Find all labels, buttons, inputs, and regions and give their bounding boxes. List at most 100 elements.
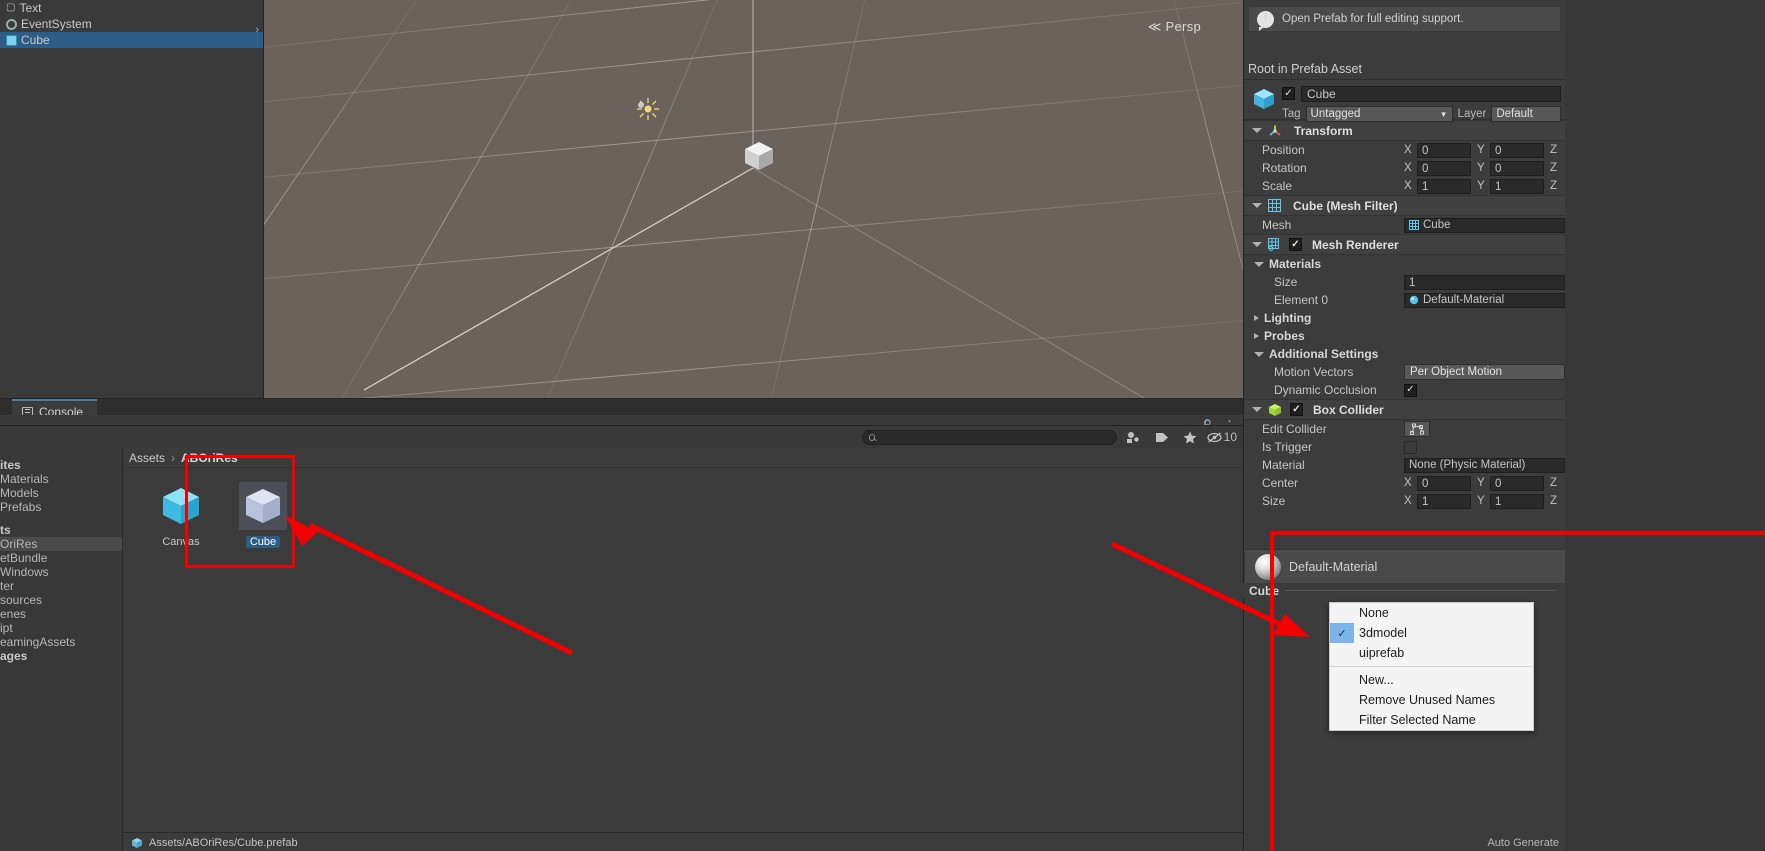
is-trigger-row: Is Trigger ✓ [1244,438,1565,456]
scale-y-input[interactable]: 1 [1490,178,1544,194]
tree-item-script[interactable]: ipt [0,621,122,635]
row-label: Material [1262,458,1305,472]
axis-y-label: Y [1477,495,1485,507]
hierarchy-expand-arrow[interactable]: › [255,24,259,36]
motion-vectors-dropdown[interactable]: Per Object Motion [1404,364,1565,380]
component-header-mesh-renderer[interactable]: ✓ Mesh Renderer [1244,234,1565,255]
breadcrumb-assets[interactable]: Assets [129,451,165,465]
lighting-foldout[interactable]: Lighting [1244,309,1565,327]
physic-material-object-field[interactable]: None (Physic Material) [1404,457,1565,473]
search-input[interactable] [879,431,1110,443]
prefab-notice-bar[interactable]: ! Open Prefab for full editing support. [1248,6,1561,32]
check-icon: ✓ [1330,623,1354,643]
tree-item-packages[interactable]: ages [0,649,122,663]
layer-dropdown[interactable]: Default [1491,106,1562,122]
hierarchy-item-label: Text [19,1,42,15]
axis-x-label: X [1404,180,1412,192]
chevron-down-icon[interactable] [1252,407,1262,412]
menu-item-uiprefab[interactable]: uiprefab [1330,643,1533,663]
additional-settings-foldout[interactable]: Additional Settings [1244,345,1565,363]
hierarchy-item-eventsystem[interactable]: EventSystem [0,16,263,32]
chevron-right-icon[interactable] [1254,333,1259,339]
size-x-input[interactable]: 1 [1417,493,1471,509]
menu-item-3dmodel[interactable]: ✓ 3dmodel [1330,623,1533,643]
tree-item-streamingassets[interactable]: eamingAssets [0,635,122,649]
menu-item-new[interactable]: New... [1330,670,1533,690]
rotation-x-input[interactable]: 0 [1417,160,1471,176]
auto-generate-label[interactable]: Auto Generate [1487,837,1559,849]
box-collider-enabled-checkbox[interactable]: ✓ [1290,403,1303,416]
hierarchy-item-cube[interactable]: Cube [0,32,263,48]
motion-vectors-row: Motion Vectors Per Object Motion [1244,363,1565,381]
project-folder-tree[interactable]: ites Materials Models Prefabs ts OriRes … [0,448,123,851]
tree-item-prefabs[interactable]: Prefabs [0,500,122,514]
chevron-down-icon: ▼ [1439,109,1448,119]
is-trigger-checkbox[interactable]: ✓ [1404,440,1417,454]
label-filter-icon[interactable] [1151,429,1173,445]
gameobject-enabled-checkbox[interactable]: ✓ [1282,87,1295,100]
tree-item-scenes[interactable]: enes [0,607,122,621]
menu-item-label: Remove Unused Names [1359,693,1496,707]
gameobject-name-input[interactable]: Cube [1301,85,1562,102]
mesh-renderer-enabled-checkbox[interactable]: ✓ [1289,238,1302,251]
hierarchy-item-text[interactable]: ▢ Text [0,0,263,16]
scale-x-input[interactable]: 1 [1417,178,1471,194]
tree-item-assets[interactable]: ts [0,523,122,537]
chevron-down-icon[interactable] [1252,128,1262,133]
component-header-mesh-filter[interactable]: Cube (Mesh Filter) [1244,195,1565,216]
position-x-input[interactable]: 0 [1417,142,1471,158]
tree-item-assetbundle[interactable]: etBundle [0,551,122,565]
unity-editor-window: ▢ Text EventSystem Cube › ≪ Persp Consol… [0,0,1765,851]
rotation-y-input[interactable]: 0 [1490,160,1544,176]
chevron-down-icon[interactable] [1252,203,1262,208]
axis-x-label: X [1404,144,1412,156]
row-label: Element 0 [1274,293,1329,307]
mesh-row: Mesh Cube [1244,216,1565,234]
size-y-input[interactable]: 1 [1490,493,1544,509]
tag-dropdown[interactable]: Untagged ▼ [1305,106,1453,122]
menu-item-label: uiprefab [1359,646,1405,660]
hidden-items-counter[interactable]: 10 [1207,430,1237,444]
probes-foldout[interactable]: Probes [1244,327,1565,345]
menu-item-none[interactable]: None [1330,603,1533,623]
component-header-box-collider[interactable]: ✓ Box Collider [1244,399,1565,420]
tree-item-materials[interactable]: Materials [0,472,122,486]
tree-item-aborires[interactable]: OriRes [0,537,122,551]
menu-item-label: None [1359,606,1389,620]
position-y-input[interactable]: 0 [1490,142,1544,158]
tree-item-resources[interactable]: sources [0,593,122,607]
scene-perspective-label[interactable]: ≪ Persp [1148,19,1201,35]
edit-collider-button[interactable] [1404,421,1430,437]
materials-size-input[interactable]: 1 [1404,274,1565,290]
transform-icon [1269,125,1281,136]
component-title: Mesh Renderer [1312,237,1399,252]
tree-item-favorites[interactable]: ites [0,458,122,472]
mesh-object-field[interactable]: Cube [1404,217,1565,233]
dynamic-occlusion-checkbox[interactable]: ✓ [1404,383,1417,397]
center-y-input[interactable]: 0 [1490,475,1544,491]
scene-view[interactable]: ≪ Persp [264,0,1243,398]
scene-camera-gizmo[interactable] [634,98,648,112]
tree-item-models[interactable]: Models [0,486,122,500]
element0-value: Default-Material [1423,294,1505,306]
menu-item-filter-selected-name[interactable]: Filter Selected Name [1330,710,1533,730]
center-x-input[interactable]: 0 [1417,475,1471,491]
chevron-down-icon[interactable] [1254,351,1264,357]
menu-item-remove-unused-names[interactable]: Remove Unused Names [1330,690,1533,710]
tree-item-filter[interactable]: ter [0,579,122,593]
text-icon: ▢ [6,2,16,13]
materials-foldout[interactable]: Materials [1244,255,1565,273]
chevron-down-icon[interactable] [1252,242,1262,247]
component-header-transform[interactable]: Transform [1244,120,1565,141]
favorite-icon[interactable] [1179,429,1201,445]
axis-y-label: Y [1477,144,1485,156]
chevron-right-icon[interactable] [1254,315,1259,321]
asset-filter-icon[interactable] [1123,429,1145,445]
assetbundle-dropdown-menu[interactable]: None ✓ 3dmodel uiprefab New... Remove Un… [1329,602,1534,731]
element0-object-field[interactable]: Default-Material [1404,292,1565,308]
component-title: Box Collider [1313,402,1384,417]
chevron-down-icon[interactable] [1254,261,1264,267]
search-input-wrapper[interactable] [861,429,1117,445]
tree-item-editorwindows[interactable]: Windows [0,565,122,579]
scene-cube-object[interactable] [741,138,777,174]
